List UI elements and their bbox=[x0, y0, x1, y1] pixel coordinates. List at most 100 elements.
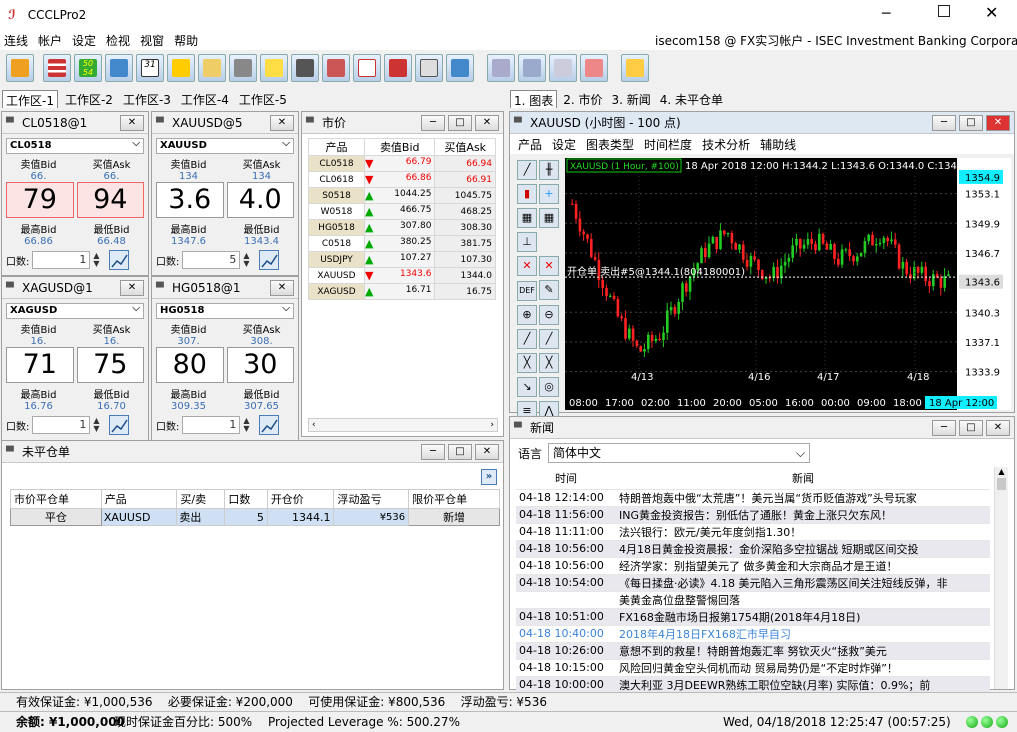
pin-icon[interactable]: ▀ bbox=[514, 423, 524, 434]
chart-tool[interactable] bbox=[353, 54, 381, 82]
close-icon[interactable]: ✕ bbox=[475, 443, 499, 460]
brush-icon[interactable]: ✎ bbox=[539, 280, 559, 300]
tab-workspace-4[interactable]: 工作区-4 bbox=[178, 90, 232, 108]
news-headline[interactable]: 特朗普炮轰中俄“太荒唐”！美元当属“货币贬值游戏”头号玩家 bbox=[616, 489, 990, 507]
close-position-button[interactable]: 平仓 bbox=[10, 508, 102, 526]
market-ask[interactable]: 308.30 bbox=[434, 219, 496, 236]
qty-stepper[interactable]: ▲ ▼ bbox=[93, 252, 103, 268]
grid2-icon[interactable]: ▦ bbox=[539, 208, 559, 228]
report-tool[interactable] bbox=[384, 54, 412, 82]
chart-menu-item[interactable]: 技术分析 bbox=[702, 136, 750, 153]
market-ask[interactable]: 381.75 bbox=[434, 235, 496, 252]
news-row[interactable]: 04-18 10:26:00 意想不到的救星！特朗普炮轰汇率 努钦灭火“拯救”美元 bbox=[516, 642, 990, 660]
qty-input[interactable]: 1 bbox=[32, 416, 91, 434]
sell-button[interactable]: 71 bbox=[6, 347, 74, 383]
close-button[interactable]: ✕ bbox=[985, 3, 998, 22]
user-tool[interactable] bbox=[229, 54, 257, 82]
qty-input[interactable]: 5 bbox=[182, 251, 241, 269]
news-headline[interactable]: FX168金融市场日报第1754期(2018年4月18日) bbox=[616, 608, 990, 626]
language-select[interactable]: 简体中文 ⌵ bbox=[548, 443, 811, 463]
news-row[interactable]: 04-18 10:00:00 澳大利亚 3月DEEWR熟练工职位空缺(月率) 实际… bbox=[516, 676, 990, 694]
line-chart-icon[interactable]: ╱ bbox=[517, 160, 537, 180]
flag-tool[interactable] bbox=[167, 54, 195, 82]
news-row[interactable]: 04-18 10:56:00 4月18日黄金投资晨报：金价深陷多空拉锯战 短期或区… bbox=[516, 540, 990, 558]
bar-chart-icon[interactable]: ╫ bbox=[539, 160, 559, 180]
gann-icon[interactable]: ╳ bbox=[539, 353, 559, 373]
calendar-tool[interactable]: 31 bbox=[136, 54, 164, 82]
symbol-select[interactable]: HG0518 bbox=[156, 302, 294, 319]
def-icon[interactable]: DEF bbox=[517, 281, 537, 301]
hourglass-tool[interactable] bbox=[198, 54, 226, 82]
market-row[interactable]: XAGUSD ▲ 16.71 16.75 bbox=[308, 283, 496, 300]
news-row[interactable]: 04-18 10:40:00 2018年4月18日FX168汇市早自习 bbox=[516, 625, 990, 643]
tab-workspace-5[interactable]: 工作区-5 bbox=[236, 90, 290, 108]
market-row[interactable]: C0518 ▲ 380.25 381.75 bbox=[308, 235, 496, 252]
add-limit-button[interactable]: 新增 bbox=[408, 508, 500, 526]
calc-tool[interactable] bbox=[322, 54, 350, 82]
fib-icon[interactable]: ╳ bbox=[517, 353, 537, 373]
market-bid[interactable]: ▲ 307.80 bbox=[363, 219, 436, 236]
mini-chart-icon[interactable] bbox=[259, 250, 280, 270]
pin-icon[interactable]: ▀ bbox=[514, 118, 524, 129]
mini-chart-icon[interactable] bbox=[109, 250, 130, 270]
chart-menu-item[interactable]: 时间栏度 bbox=[644, 136, 692, 153]
news-headline[interactable]: 法兴银行：欧元/美元年度剑指1.30！ bbox=[616, 523, 990, 541]
delete-all-icon[interactable]: ✕ bbox=[539, 256, 559, 276]
grid-icon[interactable]: ▦ bbox=[517, 208, 537, 228]
market-bid[interactable]: ▲ 466.75 bbox=[363, 203, 436, 220]
zoom-out-icon[interactable]: ⊖ bbox=[539, 305, 559, 325]
qty-stepper[interactable]: ▲ ▼ bbox=[93, 417, 103, 433]
market-ask[interactable]: 1344.0 bbox=[434, 267, 496, 284]
position-row[interactable]: 平仓 XAUUSD 卖出 5 1344.1 ¥536 新增 bbox=[10, 508, 500, 526]
qty-stepper[interactable]: ▲ ▼ bbox=[243, 417, 253, 433]
sell-button[interactable]: 79 bbox=[6, 182, 74, 218]
layout-tool[interactable] bbox=[487, 54, 515, 82]
news-headline[interactable]: ING黄金投资报告：别低估了通胀！黄金上涨只欠东风！ bbox=[616, 506, 990, 524]
symbol-select[interactable]: CL0518 bbox=[6, 137, 144, 154]
maximize-icon[interactable]: □ bbox=[448, 114, 472, 131]
market-bid[interactable]: ▲ 16.71 bbox=[363, 283, 436, 300]
minimize-all-tool[interactable] bbox=[549, 54, 577, 82]
list-tool[interactable] bbox=[43, 54, 71, 82]
news-headline[interactable]: 意想不到的救星！特朗普炮轰汇率 努钦灭火“拯救”美元 bbox=[616, 642, 990, 660]
candle-icon[interactable]: ▮ bbox=[517, 184, 537, 204]
news-headline[interactable]: 美黄金高位盘整警惕回落 bbox=[616, 591, 990, 609]
news-row[interactable]: 04-18 11:56:00 ING黄金投资报告：别低估了通胀！黄金上涨只欠东风！ bbox=[516, 506, 990, 524]
chart-menu-item[interactable]: 图表类型 bbox=[586, 136, 634, 153]
pin-icon[interactable]: ▀ bbox=[6, 118, 16, 129]
close-icon[interactable]: ✕ bbox=[986, 419, 1010, 436]
market-bid[interactable]: ▼ 1343.6 bbox=[363, 267, 436, 284]
menu-item[interactable]: 帐户 bbox=[38, 32, 62, 49]
market-row[interactable]: S0518 ▲ 1044.25 1045.75 bbox=[308, 187, 496, 204]
zoom-in-icon[interactable]: ⊕ bbox=[517, 305, 537, 325]
qty-input[interactable]: 1 bbox=[182, 416, 241, 434]
market-row[interactable]: XAUUSD ▼ 1343.6 1344.0 bbox=[308, 267, 496, 284]
maximize-button[interactable] bbox=[938, 5, 950, 17]
news-row[interactable]: 04-18 11:11:00 法兴银行：欧元/美元年度剑指1.30！ bbox=[516, 523, 990, 541]
market-row[interactable]: USDJPY ▲ 107.27 107.30 bbox=[308, 251, 496, 268]
price-chart[interactable]: 1354.9 1353.1 1349.9 1346.7 1343.6 1340.3 1337… bbox=[565, 158, 1011, 410]
news-row[interactable]: 04-18 10:15:00 风险回归黄金空头伺机而动 贸易局势仍是“不定时炸弹”… bbox=[516, 659, 990, 677]
close-icon[interactable]: ✕ bbox=[475, 114, 499, 131]
minimize-icon[interactable]: ─ bbox=[421, 443, 445, 460]
news-row[interactable]: 04-18 12:14:00 特朗普炮轰中俄“太荒唐”！美元当属“货币贬值游戏”头… bbox=[516, 489, 990, 507]
market-bid[interactable]: ▲ 1044.25 bbox=[363, 187, 436, 204]
edit-tool[interactable] bbox=[621, 54, 649, 82]
market-ask[interactable]: 1045.75 bbox=[434, 187, 496, 204]
qty-input[interactable]: 1 bbox=[32, 251, 91, 269]
delete-icon[interactable]: ✕ bbox=[517, 256, 537, 276]
news-headline[interactable]: 经济学家：别指望美元了 做多黄金和大宗商品才是王道！ bbox=[616, 557, 990, 575]
news-headline[interactable]: 风险回归黄金空头伺机而动 贸易局势仍是“不定时炸弹”！ bbox=[616, 659, 990, 677]
chart-menu-item[interactable]: 辅助线 bbox=[760, 136, 796, 153]
close-icon[interactable]: ✕ bbox=[120, 279, 144, 296]
market-row[interactable]: CL0518 ▼ 66.79 66.94 bbox=[308, 155, 496, 172]
signal-tool[interactable] bbox=[446, 54, 474, 82]
tab-workspace-3[interactable]: 工作区-3 bbox=[120, 90, 174, 108]
symbol-select[interactable]: XAUUSD bbox=[156, 137, 294, 154]
market-bid[interactable]: ▼ 66.79 bbox=[363, 155, 436, 172]
market-bid[interactable]: ▲ 107.27 bbox=[363, 251, 436, 268]
expand-icon[interactable]: » bbox=[481, 469, 497, 485]
close-icon[interactable]: ✕ bbox=[986, 114, 1010, 131]
maximize-icon[interactable]: □ bbox=[448, 443, 472, 460]
close-icon[interactable]: ✕ bbox=[270, 279, 294, 296]
